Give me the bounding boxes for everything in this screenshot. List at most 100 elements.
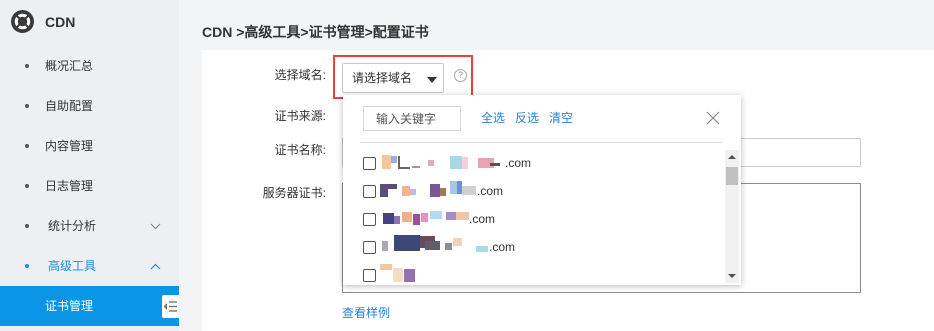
mosaic-block — [428, 160, 434, 166]
caret-down-icon — [427, 77, 437, 83]
source-label: 证书来源: — [274, 109, 326, 123]
mosaic-block — [425, 241, 440, 250]
domain-suffix: .com — [489, 240, 516, 254]
sidebar-item-self-config[interactable]: 自助配置 — [0, 86, 179, 126]
server-certificate-label: 服务器证书: — [262, 186, 326, 200]
sidebar-item-content-management[interactable]: 内容管理 — [0, 126, 179, 166]
list-item[interactable]: .com — [360, 233, 725, 261]
mosaic-block — [430, 211, 442, 219]
sidebar-item-label: 高级工具 — [48, 259, 97, 273]
view-example-link[interactable]: 查看样例 — [342, 305, 390, 321]
domain-label: 选择域名: — [274, 68, 326, 82]
mosaic-block — [476, 246, 488, 252]
mosaic-block — [456, 212, 469, 220]
sidebar-item-label: 内容管理 — [45, 139, 94, 153]
mosaic-block — [413, 214, 420, 225]
cdn-logo-icon — [11, 10, 34, 33]
mosaic-block — [446, 212, 456, 220]
mosaic-block — [380, 184, 388, 197]
domain-checkbox[interactable] — [363, 240, 376, 254]
bullet-icon — [25, 64, 29, 68]
scrollbar-thumb[interactable] — [726, 167, 738, 185]
domain-checkbox[interactable] — [363, 212, 376, 226]
name-label: 证书名称: — [274, 143, 326, 157]
domain-search-input[interactable] — [363, 106, 461, 131]
mosaic-block — [412, 166, 420, 168]
mosaic-block — [450, 181, 457, 194]
mosaic-block — [383, 213, 394, 224]
chevron-down-icon — [150, 223, 161, 230]
breadcrumb: CDN >高级工具>证书管理>配置证书 — [202, 24, 429, 40]
redacted-domain-mosaic — [380, 149, 505, 177]
mosaic-block — [404, 269, 415, 282]
sidebar-item-label: 概况汇总 — [45, 59, 94, 73]
clear-selection-link[interactable]: 清空 — [549, 110, 573, 126]
mosaic-block — [393, 268, 403, 282]
mosaic-block — [421, 213, 428, 222]
sidebar-item-overview[interactable]: 概况汇总 — [0, 46, 179, 86]
mosaic-block — [380, 264, 392, 270]
domain-checkbox[interactable] — [363, 156, 376, 170]
mosaic-block — [394, 235, 420, 251]
scroll-down-arrow-icon[interactable] — [728, 274, 736, 278]
mosaic-block — [394, 216, 400, 224]
domain-checkbox[interactable] — [363, 184, 376, 198]
chevron-up-icon — [150, 263, 161, 270]
scroll-up-arrow-icon[interactable] — [728, 155, 736, 159]
sidebar-subitem-certificate-management[interactable]: 证书管理 — [0, 286, 179, 326]
list-item[interactable] — [360, 261, 725, 283]
sidebar-item-advanced-tools[interactable]: 高级工具 — [0, 246, 179, 286]
sidebar-item-statistics[interactable]: 统计分析 — [0, 206, 179, 246]
mosaic-block — [410, 189, 416, 195]
scrollbar[interactable] — [725, 150, 739, 283]
divider — [360, 142, 722, 143]
redacted-domain-mosaic — [380, 261, 420, 283]
domain-suffix: .com — [469, 212, 496, 226]
bullet-icon — [25, 224, 29, 228]
mosaic-block — [445, 243, 452, 250]
redacted-domain-mosaic — [380, 205, 469, 233]
mosaic-block — [402, 186, 410, 196]
mosaic-block — [398, 167, 410, 169]
sidebar-item-label: 统计分析 — [48, 219, 97, 233]
domain-list: .com .com .com .com — [360, 149, 725, 283]
sidebar-nav: 概况汇总 自助配置 内容管理 日志管理 统计分析 高级工具 证书管理 — [0, 46, 179, 326]
help-icon[interactable] — [454, 69, 467, 82]
select-all-link[interactable]: 全选 — [481, 110, 505, 126]
domain-select[interactable]: 请选择域名 — [342, 63, 444, 93]
list-item[interactable]: .com — [360, 177, 725, 205]
bullet-icon — [25, 264, 29, 268]
mosaic-block — [391, 156, 397, 163]
sidebar-item-label: 自助配置 — [45, 99, 94, 113]
close-icon[interactable] — [706, 111, 720, 125]
invert-selection-link[interactable]: 反选 — [515, 110, 539, 126]
mosaic-block — [453, 238, 462, 246]
redacted-domain-mosaic — [380, 177, 477, 205]
bullet-icon — [25, 104, 29, 108]
domain-checkbox[interactable] — [363, 268, 376, 282]
mosaic-block — [450, 156, 462, 169]
mosaic-block — [388, 184, 397, 189]
app-title: CDN — [45, 14, 76, 30]
bullet-icon — [25, 184, 29, 188]
list-item[interactable]: .com — [360, 205, 725, 233]
mosaic-block — [440, 188, 446, 196]
sidebar-item-label: 日志管理 — [45, 179, 94, 193]
mosaic-block — [490, 163, 500, 166]
mosaic-block — [382, 155, 391, 169]
bullet-icon — [25, 144, 29, 148]
list-item[interactable]: .com — [360, 149, 725, 177]
mosaic-block — [462, 186, 476, 195]
sidebar: CDN 概况汇总 自助配置 内容管理 日志管理 统计分析 高级工具 证书管理 — [0, 0, 179, 331]
mosaic-block — [382, 241, 388, 251]
redacted-domain-mosaic — [380, 233, 489, 261]
sidebar-item-log-management[interactable]: 日志管理 — [0, 166, 179, 206]
sidebar-collapse-icon[interactable] — [162, 295, 179, 318]
domain-dropdown: 全选 反选 清空 .com .com .com .com — [343, 95, 741, 285]
domain-suffix: .com — [505, 156, 532, 170]
mosaic-block — [430, 184, 440, 197]
domain-suffix: .com — [477, 184, 504, 198]
mosaic-block — [402, 212, 412, 222]
domain-select-value: 请选择域名 — [352, 71, 413, 85]
mosaic-block — [462, 157, 468, 169]
